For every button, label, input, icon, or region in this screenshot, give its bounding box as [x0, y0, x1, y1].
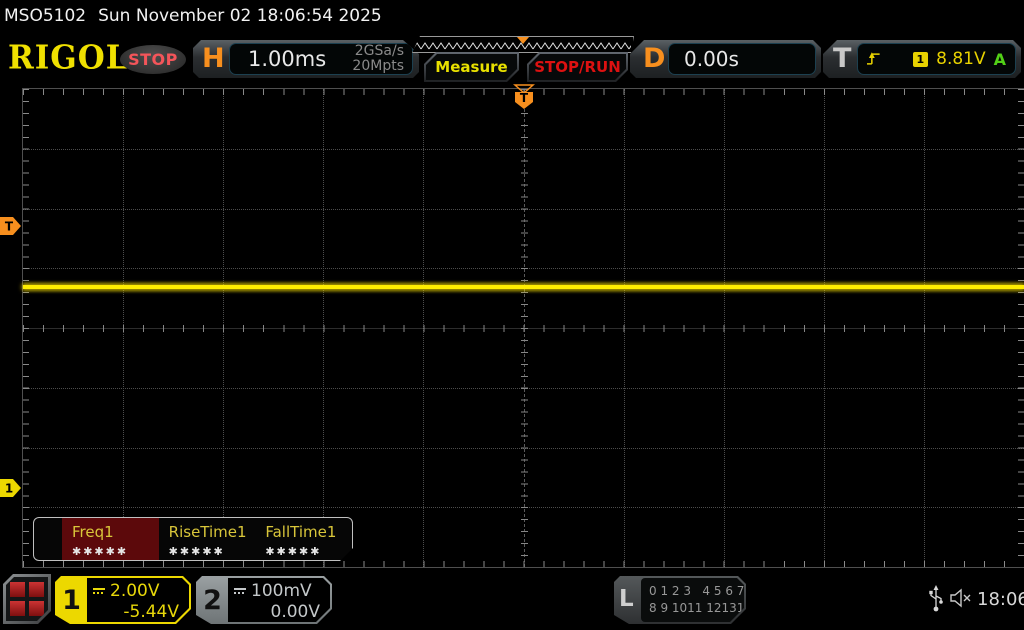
measurement-falltime1[interactable]: FallTime1 ✱✱✱✱✱ — [255, 518, 352, 560]
waveform-overview-strip[interactable] — [412, 36, 634, 53]
trigger-inset[interactable]: 1 8.81V A — [857, 43, 1016, 75]
channel1-scale: 2.00V — [110, 581, 160, 601]
measurement-value: ✱✱✱✱✱ — [72, 545, 129, 558]
measurement-freq1[interactable]: Freq1 ✱✱✱✱✱ — [62, 518, 159, 560]
channel2-offset: 0.00V — [270, 602, 320, 622]
measurement-value: ✱✱✱✱✱ — [168, 545, 225, 558]
measurement-label: FallTime1 — [265, 523, 337, 541]
horizontal-settings-panel[interactable]: H 1.00ms 2GSa/s 20Mpts — [193, 40, 419, 78]
speaker-muted-icon — [950, 588, 976, 612]
rigol-logo: RIGOL — [8, 39, 129, 77]
run-state-label: STOP — [128, 50, 178, 69]
trigger-position-letter: T — [520, 91, 529, 105]
clock: 18:06 — [977, 589, 1024, 610]
digital-channels-row1: 0 1 2 3 4 5 6 7 — [649, 584, 745, 598]
graticule — [22, 88, 1024, 568]
channel1-offset: -5.44V — [123, 602, 179, 622]
sample-rate: 2GSa/s — [354, 42, 404, 59]
oscilloscope-screen: MSO5102 Sun November 02 18:06:54 2025 RIG… — [0, 0, 1024, 630]
memory-depth: 20Mpts — [352, 58, 404, 74]
channel1-position-marker[interactable]: 1 — [0, 479, 22, 501]
delay-inset[interactable]: 0.00s — [668, 43, 816, 75]
trigger-source-badge: 1 — [913, 52, 929, 67]
center-horizontal-ticks — [23, 325, 1024, 332]
stop-run-button-label: STOP/RUN — [534, 58, 621, 76]
channel2-scale: 100mV — [251, 581, 312, 601]
channel1-marker-number: 1 — [5, 482, 13, 496]
measure-button-label: Measure — [435, 58, 508, 76]
datetime-text: Sun November 02 18:06:54 2025 — [98, 6, 382, 26]
trigger-position-marker[interactable]: T — [513, 84, 535, 114]
delay-panel[interactable]: D 0.00s — [630, 40, 821, 78]
digital-channels-row2: 8 9 1011 12131415 — [649, 601, 768, 616]
stop-run-button[interactable]: STOP/RUN — [527, 52, 628, 82]
model-name: MSO5102 — [4, 6, 87, 26]
timebase-value[interactable]: 1.00ms — [248, 47, 326, 71]
channel1-number: 1 — [62, 584, 81, 616]
measure-button[interactable]: Measure — [424, 52, 519, 82]
measurement-panel: Freq1 ✱✱✱✱✱ RiseTime1 ✱✱✱✱✱ FallTime1 ✱✱… — [33, 517, 353, 561]
measurement-value: ✱✱✱✱✱ — [265, 545, 322, 558]
usb-icon — [928, 585, 944, 617]
measurement-risetime1[interactable]: RiseTime1 ✱✱✱✱✱ — [159, 518, 256, 560]
acquisition-status-badge: STOP — [120, 45, 186, 74]
trigger-level-letter: T — [5, 220, 14, 234]
bottom-edge-ruler — [23, 561, 1024, 567]
left-edge-ruler — [23, 89, 29, 567]
horizontal-label: H — [202, 43, 225, 74]
titlebar: MSO5102 Sun November 02 18:06:54 2025 — [4, 6, 382, 26]
menu-grid-icon — [10, 582, 44, 616]
dc-coupling-icon — [234, 588, 246, 594]
delay-label: D — [643, 43, 666, 74]
horizontal-inset[interactable]: 1.00ms 2GSa/s 20Mpts — [229, 43, 413, 75]
rising-edge-trigger-icon — [867, 51, 881, 67]
right-edge-ruler — [1018, 89, 1024, 567]
trigger-mode-indicator: A — [993, 49, 1006, 69]
acquisition-rates: 2GSa/s 20Mpts — [352, 44, 404, 75]
menu-grid-button[interactable] — [3, 574, 51, 624]
logic-analyzer-block[interactable]: L 0 1 2 3 4 5 6 7 8 9 1011 12131415 — [614, 576, 746, 624]
measurement-label: RiseTime1 — [168, 523, 247, 541]
channel2-status-block[interactable]: 2 100mV 0.00V — [196, 576, 332, 624]
trigger-label: T — [833, 43, 852, 74]
channel1-trace[interactable] — [23, 285, 1024, 289]
channel2-number: 2 — [203, 584, 222, 616]
trigger-panel[interactable]: T 1 8.81V A — [823, 40, 1021, 78]
trigger-level-marker[interactable]: T — [0, 217, 22, 239]
delay-value[interactable]: 0.00s — [684, 47, 739, 71]
channel1-status-block[interactable]: 1 2.00V -5.44V — [55, 576, 191, 624]
dc-coupling-icon — [93, 588, 105, 594]
logic-label: L — [619, 586, 634, 612]
trigger-level-value[interactable]: 8.81V — [936, 49, 985, 69]
measurement-label: Freq1 — [72, 523, 114, 541]
